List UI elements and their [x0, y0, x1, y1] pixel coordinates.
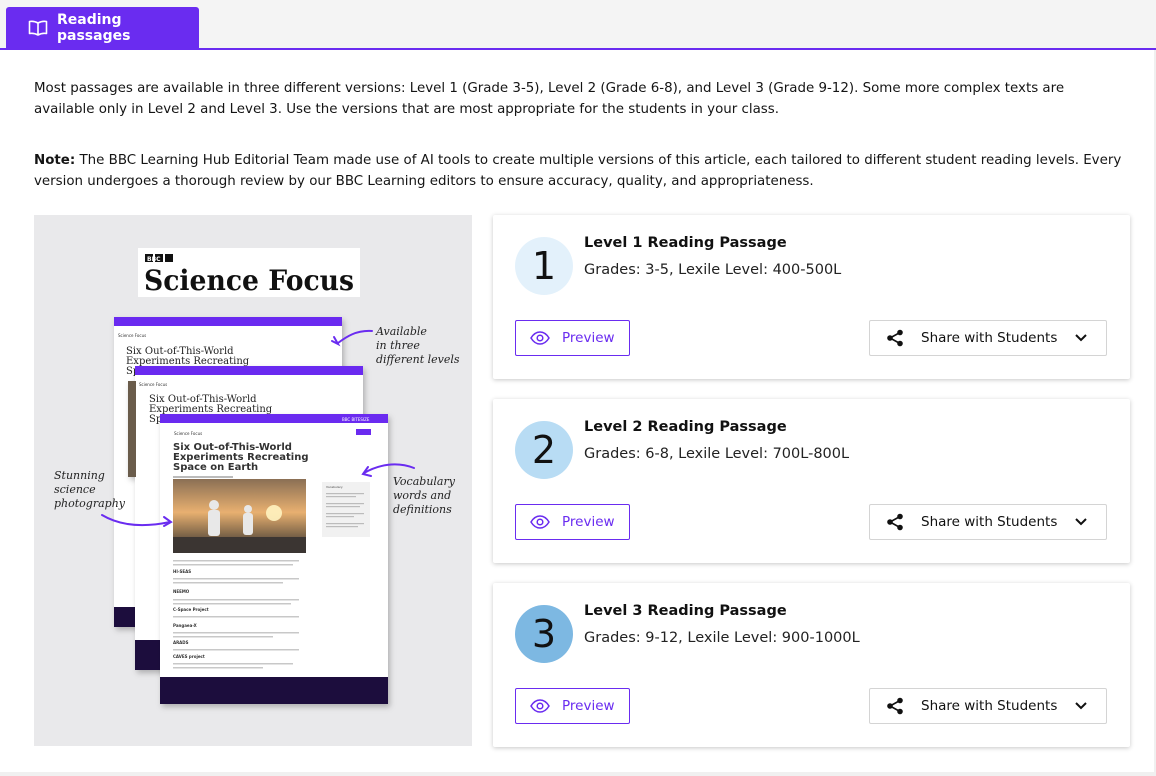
svg-text:NEEMO: NEEMO	[173, 589, 190, 594]
vocabulary-box	[322, 482, 370, 537]
svg-text:Science Focus: Science Focus	[174, 431, 202, 436]
chevron-down-icon	[1074, 333, 1088, 343]
svg-text:Experiments Recreating: Experiments Recreating	[126, 356, 250, 367]
passage-title: Level 1 Reading Passage	[584, 235, 787, 251]
share-label: Share with Students	[921, 698, 1058, 714]
passage-card-level-1: 1 Level 1 Reading Passage Grades: 3-5, L…	[493, 215, 1130, 379]
svg-text:CAVES project: CAVES project	[173, 654, 205, 659]
share-icon	[886, 329, 904, 347]
note-label: Note:	[34, 153, 76, 168]
svg-text:different levels: different levels	[376, 353, 460, 366]
doc-footer	[160, 677, 388, 704]
preview-label: Preview	[562, 330, 615, 346]
note-paragraph: Note: The BBC Learning Hub Editorial Tea…	[34, 150, 1124, 192]
svg-text:Experiments Recreating: Experiments Recreating	[149, 404, 273, 415]
eye-icon	[530, 699, 550, 713]
share-icon	[886, 697, 904, 715]
passage-grades: Grades: 9-12, Lexile Level: 900-1000L	[584, 630, 860, 646]
preview-button[interactable]: Preview	[515, 688, 630, 724]
bbc-text: BBC	[147, 256, 161, 263]
preview-label: Preview	[562, 698, 615, 714]
passage-preview-image: BBC Science Focus Science Focus Six Out-…	[34, 215, 472, 746]
preview-button[interactable]: Preview	[515, 504, 630, 540]
tab-reading-passages[interactable]: Reading passages	[6, 7, 199, 49]
tab-label: Reading passages	[57, 12, 131, 44]
svg-text:words and: words and	[393, 489, 451, 502]
svg-text:science: science	[54, 483, 96, 496]
tab-underline	[0, 48, 1156, 50]
eye-icon	[530, 331, 550, 345]
svg-text:definitions: definitions	[393, 503, 452, 516]
level-number-badge: 2	[515, 421, 573, 479]
level-number-badge: 3	[515, 605, 573, 663]
level-number-badge: 1	[515, 237, 573, 295]
chevron-down-icon	[1074, 701, 1088, 711]
arrow-levels	[337, 329, 373, 344]
passage-card-level-2: 2 Level 2 Reading Passage Grades: 6-8, L…	[493, 399, 1130, 563]
share-with-students-dropdown[interactable]: Share with Students	[869, 320, 1107, 356]
svg-text:Science Focus: Science Focus	[139, 382, 167, 387]
passage-title: Level 2 Reading Passage	[584, 419, 787, 435]
passage-title: Level 3 Reading Passage	[584, 603, 787, 619]
svg-text:C-Space Project: C-Space Project	[173, 607, 209, 612]
share-with-students-dropdown[interactable]: Share with Students	[869, 504, 1107, 540]
svg-text:Pangaea-X: Pangaea-X	[173, 623, 197, 628]
frame-edge	[0, 772, 1156, 776]
share-label: Share with Students	[921, 330, 1058, 346]
chevron-down-icon	[1074, 517, 1088, 527]
document-level-3: BBC BITESIZE Science Focus Six Out-of-Th…	[160, 414, 388, 704]
passage-grades: Grades: 6-8, Lexile Level: 700L-800L	[584, 446, 850, 462]
science-focus-wordmark: Science Focus	[144, 264, 354, 297]
preview-label: Preview	[562, 514, 615, 530]
svg-text:photography: photography	[54, 497, 126, 510]
svg-text:in three: in three	[376, 339, 420, 352]
svg-text:Science Focus: Science Focus	[118, 333, 146, 338]
annotation-photography: Stunning	[54, 469, 105, 482]
annotation-levels: Available	[375, 325, 427, 338]
annotation-vocabulary: Vocabulary	[393, 475, 456, 488]
svg-text:HI-SEAS: HI-SEAS	[173, 569, 191, 574]
share-icon	[886, 513, 904, 531]
passage-grades: Grades: 3-5, Lexile Level: 400-500L	[584, 262, 842, 278]
note-text: The BBC Learning Hub Editorial Team made…	[34, 153, 1122, 189]
eye-icon	[530, 515, 550, 529]
passage-card-level-3: 3 Level 3 Reading Passage Grades: 9-12, …	[493, 583, 1130, 747]
preview-button[interactable]: Preview	[515, 320, 630, 356]
book-open-icon	[28, 20, 48, 36]
share-with-students-dropdown[interactable]: Share with Students	[869, 688, 1107, 724]
svg-text:ARADS: ARADS	[173, 640, 189, 645]
svg-text:Vocabulary: Vocabulary	[326, 485, 343, 489]
intro-paragraph: Most passages are available in three dif…	[34, 81, 1065, 117]
bitesize-label: BBC BITESIZE	[342, 417, 370, 422]
svg-text:Space on Earth: Space on Earth	[173, 462, 258, 473]
share-label: Share with Students	[921, 514, 1058, 530]
